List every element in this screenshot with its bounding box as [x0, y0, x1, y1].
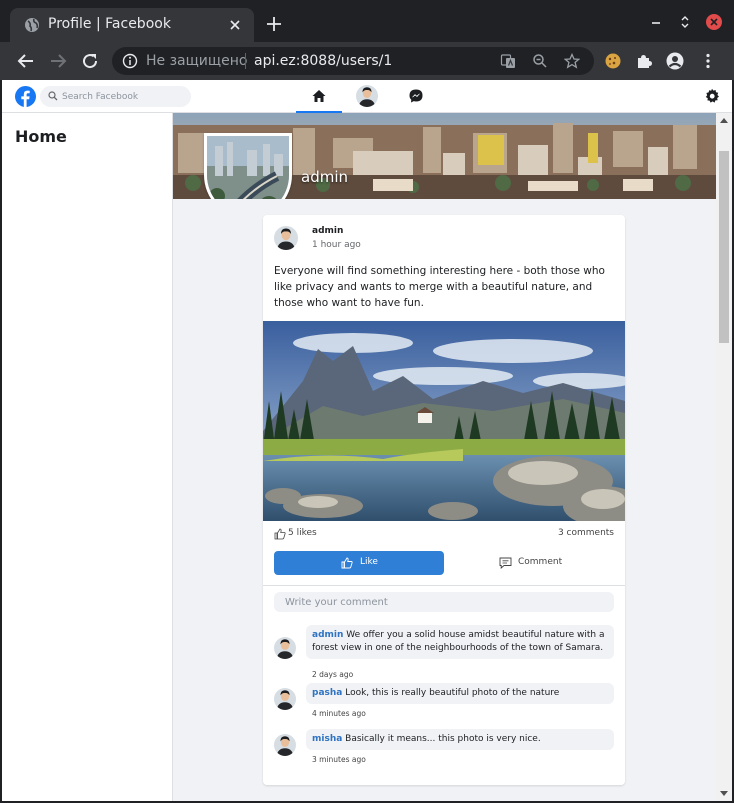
post-photo[interactable] — [263, 321, 625, 521]
avatar-image — [274, 688, 296, 710]
thumbs-up-icon — [341, 557, 353, 569]
post-card: admin 1 hour ago Everyone will find some… — [263, 215, 625, 785]
post-text: Everyone will find something interesting… — [274, 265, 605, 309]
comment-author[interactable]: misha — [312, 734, 342, 744]
comment-icon — [499, 557, 512, 569]
post-author-avatar[interactable] — [274, 226, 298, 250]
main-content: admin admin 1 hour ago Everyone will fin… — [173, 113, 716, 801]
comment-text: Look, this is really beautiful photo of … — [342, 688, 560, 698]
tab-close-icon[interactable] — [226, 16, 244, 34]
comment-text: We offer you a solid house amidst beauti… — [312, 630, 605, 653]
cover-photo: admin — [173, 113, 716, 199]
sidebar-title[interactable]: Home — [15, 127, 67, 146]
browser-toolbar: Не защищено api.ez:8088/users/1 — [0, 42, 734, 80]
avatar-image — [274, 637, 296, 659]
likes-count[interactable]: 5 likes — [288, 528, 317, 538]
facebook-logo-icon[interactable] — [15, 86, 36, 107]
post-stats: 5 likes 3 comments — [274, 527, 614, 541]
comment-avatar[interactable] — [274, 637, 296, 659]
post-divider — [263, 585, 625, 586]
profile-city-image — [207, 136, 289, 199]
cookie-extension-icon[interactable] — [604, 52, 622, 70]
comment-bubble: admin We offer you a solid house amidst … — [306, 625, 614, 659]
comment-bubble: misha Basically it means... this photo i… — [306, 729, 614, 750]
comment-avatar[interactable] — [274, 688, 296, 710]
comment-avatar[interactable] — [274, 734, 296, 756]
tab-title: Profile | Facebook — [48, 16, 171, 32]
home-icon — [312, 90, 326, 102]
profile-avatar-large[interactable] — [204, 133, 292, 199]
scroll-thumb[interactable] — [719, 151, 729, 343]
globe-icon — [25, 18, 39, 32]
search-box[interactable] — [40, 86, 191, 107]
thumbs-up-icon — [274, 528, 286, 540]
page-scrollbar[interactable] — [716, 113, 732, 801]
comment-button[interactable]: Comment — [444, 551, 614, 575]
address-bar[interactable]: Не защищено api.ez:8088/users/1 — [112, 47, 594, 75]
search-icon — [48, 91, 58, 101]
messenger-icon[interactable] — [408, 88, 424, 104]
comment-button-label: Comment — [518, 557, 563, 567]
reload-icon[interactable] — [80, 51, 100, 71]
avatar-image — [356, 85, 378, 107]
url-text[interactable]: api.ez:8088/users/1 — [254, 53, 392, 69]
info-icon[interactable] — [122, 53, 138, 69]
like-button-label: Like — [360, 557, 378, 567]
menu-kebab-icon[interactable] — [699, 52, 717, 70]
comments-count[interactable]: 3 comments — [558, 528, 614, 538]
nav-profile-avatar[interactable] — [356, 85, 378, 107]
scroll-up-arrow-icon[interactable] — [720, 117, 728, 125]
post-timestamp: 1 hour ago — [312, 240, 361, 250]
security-label: Не защищено — [146, 53, 248, 69]
comment-time: 4 minutes ago — [312, 709, 366, 718]
comment-author[interactable]: pasha — [312, 688, 342, 698]
back-arrow-icon[interactable] — [16, 51, 36, 71]
window-close-icon[interactable] — [706, 14, 722, 30]
comment-author[interactable]: admin — [312, 630, 343, 640]
extensions-puzzle-icon[interactable] — [635, 52, 653, 70]
comment-text: Basically it means... this photo is very… — [342, 734, 541, 744]
translate-icon[interactable] — [500, 53, 516, 69]
bookmark-star-icon[interactable] — [564, 53, 580, 69]
comment-time: 3 minutes ago — [312, 755, 366, 764]
nav-home-tab[interactable] — [296, 80, 342, 113]
comment-bubble: pasha Look, this is really beautiful pho… — [306, 683, 614, 704]
account-icon[interactable] — [666, 52, 684, 70]
new-tab-icon[interactable] — [264, 14, 284, 34]
minimize-icon[interactable] — [648, 14, 664, 30]
restore-icon[interactable] — [677, 14, 693, 30]
comment-time: 2 days ago — [312, 670, 354, 679]
comment-input[interactable] — [274, 592, 614, 612]
avatar-image — [274, 734, 296, 756]
browser-tabstrip: Profile | Facebook — [0, 0, 734, 42]
like-button[interactable]: Like — [274, 551, 444, 575]
forward-arrow-icon[interactable] — [48, 51, 68, 71]
gear-icon[interactable] — [704, 88, 720, 104]
avatar-image — [274, 226, 298, 250]
scroll-down-arrow-icon[interactable] — [720, 789, 728, 797]
browser-tab[interactable]: Profile | Facebook — [10, 8, 254, 42]
search-input[interactable] — [62, 89, 186, 104]
profile-name: admin — [301, 168, 348, 186]
web-page: Home — [2, 80, 732, 801]
mountain-lake-image — [263, 321, 625, 521]
facebook-header — [2, 80, 732, 113]
left-sidebar: Home — [2, 113, 173, 801]
zoom-icon[interactable] — [532, 53, 548, 69]
post-author[interactable]: admin — [312, 226, 343, 236]
omnibox-separator — [245, 53, 246, 69]
